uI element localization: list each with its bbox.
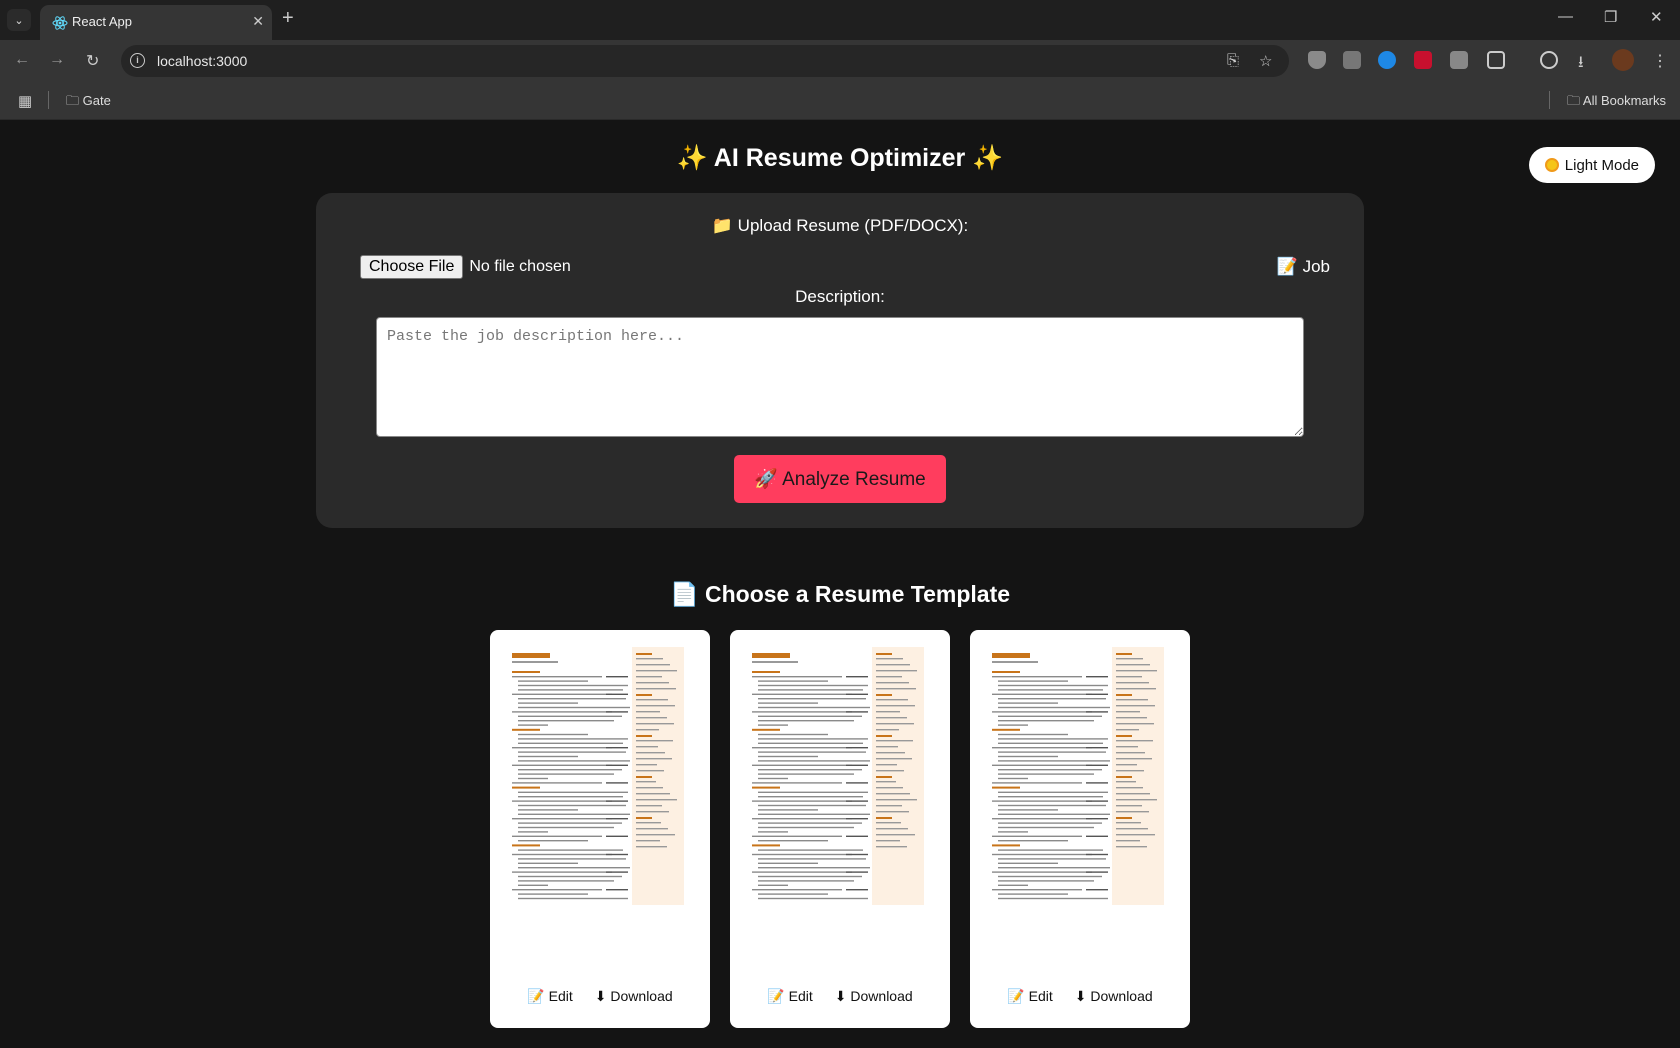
shield-extension-icon[interactable] — [1308, 51, 1326, 69]
tab-title: React App — [72, 14, 132, 29]
extension-blue-icon[interactable] — [1378, 51, 1396, 69]
app-page: Light Mode ✨ AI Resume Optimizer ✨ 📁 Upl… — [0, 121, 1680, 1048]
all-bookmarks[interactable]: 🗀 All Bookmarks — [1567, 92, 1666, 114]
bookmarks-bar: ▦ 🗀 Gate 🗀 All Bookmarks — [0, 82, 1680, 120]
extension-grey-icon[interactable] — [1450, 51, 1468, 69]
download-button[interactable]: ⬇ Download — [595, 988, 673, 1005]
file-input[interactable]: Choose File No file chosen — [360, 255, 571, 279]
browser-tab[interactable]: React App ✕ — [40, 5, 272, 40]
react-favicon-icon — [52, 16, 68, 30]
resume-thumbnail — [512, 647, 684, 905]
install-app-icon[interactable]: ⎘ — [1227, 52, 1239, 69]
avatar[interactable] — [1612, 49, 1634, 71]
browser-toolbar: ← → ↻ i localhost:3000 ⎘ ☆ ⭳ ⋮ — [0, 40, 1680, 82]
apps-grid-icon[interactable]: ▦ — [18, 92, 32, 110]
new-tab-icon[interactable]: + — [282, 8, 294, 28]
bookmark-divider — [1549, 91, 1550, 109]
choose-file-button[interactable]: Choose File — [360, 255, 464, 279]
resume-thumbnail — [992, 647, 1164, 905]
edit-button[interactable]: 📝 Edit — [527, 988, 572, 1005]
page-title: ✨ AI Resume Optimizer ✨ — [676, 144, 1004, 172]
download-icon[interactable]: ⭳ — [1578, 51, 1584, 78]
address-bar[interactable]: i localhost:3000 ⎘ ☆ — [121, 45, 1289, 77]
template-card[interactable]: 📝 Edit ⬇ Download — [730, 630, 950, 1028]
edit-button[interactable]: 📝 Edit — [1007, 988, 1052, 1005]
resume-thumbnail — [752, 647, 924, 905]
tab-close-icon[interactable]: ✕ — [252, 13, 264, 30]
restore-icon[interactable]: ❐ — [1604, 8, 1617, 26]
template-card[interactable]: 📝 Edit ⬇ Download — [490, 630, 710, 1028]
performance-icon[interactable] — [1540, 51, 1558, 69]
bookmark-divider — [48, 91, 49, 109]
site-info-icon[interactable]: i — [130, 53, 145, 68]
menu-icon[interactable]: ⋮ — [1652, 51, 1668, 71]
templates-title: 📄 Choose a Resume Template — [669, 581, 1011, 607]
close-window-icon[interactable]: ✕ — [1650, 8, 1663, 26]
download-button[interactable]: ⬇ Download — [1075, 988, 1153, 1005]
bookmark-star-icon[interactable]: ☆ — [1259, 52, 1272, 70]
download-button[interactable]: ⬇ Download — [835, 988, 913, 1005]
tab-search-button[interactable]: ⌄ — [7, 9, 31, 31]
description-label: Description: — [795, 287, 885, 306]
reload-icon[interactable]: ↻ — [86, 51, 99, 71]
url-text[interactable]: localhost:3000 — [157, 53, 247, 69]
extension-icon[interactable] — [1343, 51, 1361, 69]
template-card[interactable]: 📝 Edit ⬇ Download — [970, 630, 1190, 1028]
all-bookmarks-label: All Bookmarks — [1582, 93, 1666, 108]
forward-icon[interactable]: → — [49, 51, 65, 69]
bookmark-folder-gate[interactable]: 🗀 Gate — [66, 92, 111, 114]
browser-tab-bar: ⌄ React App ✕ + — ❐ ✕ — [0, 0, 1680, 40]
upload-panel: 📁 Upload Resume (PDF/DOCX): Choose File … — [316, 193, 1364, 528]
file-status: No file chosen — [469, 258, 571, 275]
extensions-puzzle-icon[interactable] — [1487, 51, 1505, 69]
extension-red-icon[interactable] — [1414, 51, 1432, 69]
job-label: 📝 Job — [1276, 257, 1330, 276]
upload-label: 📁 Upload Resume (PDF/DOCX): — [711, 216, 969, 235]
analyze-resume-button[interactable]: 🚀 Analyze Resume — [734, 455, 946, 503]
minimize-icon[interactable]: — — [1558, 8, 1573, 25]
back-icon[interactable]: ← — [14, 51, 30, 69]
edit-button[interactable]: 📝 Edit — [767, 988, 812, 1005]
bookmark-label: Gate — [82, 93, 111, 108]
job-description-input[interactable] — [376, 317, 1304, 437]
